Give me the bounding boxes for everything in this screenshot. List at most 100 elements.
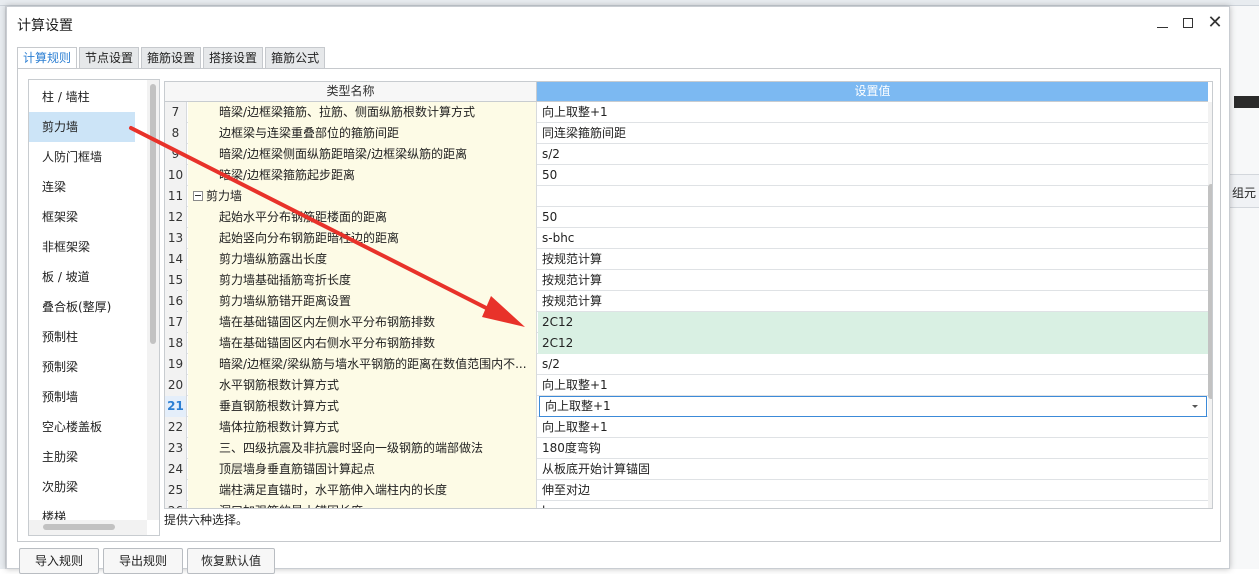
description-text: 提供六种选择。 bbox=[164, 513, 249, 527]
setting-value-cell[interactable]: 50 bbox=[538, 165, 1208, 186]
type-name-text: 墙体拉筋根数计算方式 bbox=[219, 420, 340, 434]
table-row[interactable]: 23 三、四级抗震及非抗震时竖向一级钢筋的端部做法 180度弯钩 bbox=[165, 438, 1208, 459]
type-name-text: 暗梁/边框梁/梁纵筋与墙水平钢筋的距离在数值范围内不... bbox=[219, 357, 527, 371]
list-item[interactable]: 预制柱 bbox=[29, 322, 135, 352]
list-item[interactable]: 框架梁 bbox=[29, 202, 135, 232]
type-name-text: 剪力墙纵筋错开距离设置 bbox=[219, 294, 352, 308]
setting-value-cell[interactable]: l bbox=[538, 501, 1208, 508]
list-horizontal-scrollbar[interactable] bbox=[29, 520, 147, 535]
maximize-button[interactable] bbox=[1177, 13, 1199, 33]
list-item[interactable]: 主肋梁 bbox=[29, 442, 135, 472]
type-name-text: 顶层墙身垂直筋锚固计算起点 bbox=[219, 462, 376, 476]
table-row[interactable]: 16 剪力墙纵筋错开距离设置 按规范计算 bbox=[165, 291, 1208, 312]
chevron-down-icon[interactable] bbox=[1192, 405, 1198, 408]
setting-value-cell[interactable]: 180度弯钩 bbox=[538, 438, 1208, 459]
collapse-icon[interactable] bbox=[193, 191, 203, 201]
type-name-cell: 暗梁/边框梁箍筋起步距离 bbox=[188, 165, 537, 186]
row-number: 26 bbox=[165, 501, 187, 508]
import-rules-button[interactable]: 导入规则 bbox=[19, 548, 99, 574]
close-button[interactable]: ✕ bbox=[1204, 13, 1226, 33]
list-item[interactable]: 次肋梁 bbox=[29, 472, 135, 502]
table-row[interactable]: 21 垂直钢筋根数计算方式 向上取整+1 bbox=[165, 396, 1208, 417]
setting-value-cell[interactable]: 从板底开始计算锚固 bbox=[538, 459, 1208, 480]
table-row[interactable]: 11 剪力墙 bbox=[165, 186, 1208, 207]
setting-value-cell[interactable]: s/2 bbox=[538, 354, 1208, 375]
type-name-text: 边框梁与连梁重叠部位的箍筋间距 bbox=[219, 126, 400, 140]
list-item[interactable]: 柱 / 墙柱 bbox=[29, 82, 135, 112]
row-number: 14 bbox=[165, 249, 187, 270]
setting-value-cell[interactable]: 向上取整+1 bbox=[538, 417, 1208, 438]
table-row[interactable]: 7 暗梁/边框梁箍筋、拉筋、侧面纵筋根数计算方式 向上取整+1 bbox=[165, 102, 1208, 123]
export-rules-button[interactable]: 导出规则 bbox=[103, 548, 183, 574]
type-name-cell: 剪力墙纵筋错开距离设置 bbox=[188, 291, 537, 312]
setting-value-cell[interactable]: 50 bbox=[538, 207, 1208, 228]
type-name-cell: 水平钢筋根数计算方式 bbox=[188, 375, 537, 396]
list-item[interactable]: 叠合板(整厚) bbox=[29, 292, 135, 322]
list-vertical-scroll-thumb[interactable] bbox=[150, 84, 156, 344]
table-row[interactable]: 12 起始水平分布钢筋距楼面的距离 50 bbox=[165, 207, 1208, 228]
minimize-button[interactable] bbox=[1151, 13, 1173, 33]
setting-value-cell[interactable]: 按规范计算 bbox=[538, 270, 1208, 291]
table-row[interactable]: 15 剪力墙基础插筋弯折长度 按规范计算 bbox=[165, 270, 1208, 291]
dropdown-selected-value: 向上取整+1 bbox=[545, 399, 611, 413]
setting-value-cell[interactable]: 2C12 bbox=[538, 333, 1208, 354]
setting-value-cell[interactable]: 按规范计算 bbox=[538, 249, 1208, 270]
table-row[interactable]: 19 暗梁/边框梁/梁纵筋与墙水平钢筋的距离在数值范围内不... s/2 bbox=[165, 354, 1208, 375]
restore-defaults-button[interactable]: 恢复默认值 bbox=[187, 548, 275, 574]
setting-value-cell[interactable]: 向上取整+1 bbox=[538, 375, 1208, 396]
table-row[interactable]: 10 暗梁/边框梁箍筋起步距离 50 bbox=[165, 165, 1208, 186]
list-horizontal-scroll-thumb[interactable] bbox=[43, 524, 115, 530]
row-number: 13 bbox=[165, 228, 187, 249]
table-row[interactable]: 24 顶层墙身垂直筋锚固计算起点 从板底开始计算锚固 bbox=[165, 459, 1208, 480]
type-name-text: 暗梁/边框梁箍筋起步距离 bbox=[219, 168, 356, 182]
table-row[interactable]: 25 端柱满足直锚时，水平筋伸入端柱内的长度 伸至对边 bbox=[165, 480, 1208, 501]
setting-value-cell[interactable]: 按规范计算 bbox=[538, 291, 1208, 312]
tab-stirrup-settings[interactable]: 箍筋设置 bbox=[141, 47, 202, 69]
minimize-icon bbox=[1156, 27, 1168, 28]
list-item[interactable]: 非框架梁 bbox=[29, 232, 135, 262]
setting-value-cell[interactable]: 同连梁箍筋间距 bbox=[538, 123, 1208, 144]
type-name-text: 三、四级抗震及非抗震时竖向一级钢筋的端部做法 bbox=[219, 441, 484, 455]
row-number: 19 bbox=[165, 354, 187, 375]
tab-lap-settings[interactable]: 搭接设置 bbox=[203, 47, 264, 69]
tab-stirrup-formula[interactable]: 箍筋公式 bbox=[265, 47, 326, 69]
setting-value-cell[interactable]: 伸至对边 bbox=[538, 480, 1208, 501]
setting-value-cell[interactable]: s-bhc bbox=[538, 228, 1208, 249]
list-item[interactable]: 板 / 坡道 bbox=[29, 262, 135, 292]
table-row[interactable]: 8 边框梁与连梁重叠部位的箍筋间距 同连梁箍筋间距 bbox=[165, 123, 1208, 144]
table-row[interactable]: 22 墙体拉筋根数计算方式 向上取整+1 bbox=[165, 417, 1208, 438]
setting-value-cell[interactable] bbox=[538, 186, 1208, 207]
list-vertical-scrollbar[interactable] bbox=[147, 80, 159, 520]
type-name-text: 起始水平分布钢筋距楼面的距离 bbox=[219, 210, 388, 224]
type-name-text: 墙在基础锚固区内右侧水平分布钢筋排数 bbox=[219, 336, 436, 350]
type-name-cell: 暗梁/边框梁/梁纵筋与墙水平钢筋的距离在数值范围内不... bbox=[188, 354, 537, 375]
grid-vertical-scrollbar[interactable] bbox=[1208, 102, 1212, 508]
tab-node-settings[interactable]: 节点设置 bbox=[79, 47, 140, 69]
setting-value-dropdown[interactable]: 向上取整+1 bbox=[539, 396, 1207, 417]
table-row[interactable]: 18 墙在基础锚固区内右侧水平分布钢筋排数 2C12 bbox=[165, 333, 1208, 354]
close-icon: ✕ bbox=[1207, 12, 1223, 33]
column-header-setting-value[interactable]: 设置值 bbox=[537, 82, 1208, 102]
tab-calc-rules[interactable]: 计算规则 bbox=[17, 47, 78, 70]
type-name-text: 洞口加强筋的最小锚固长度 bbox=[219, 504, 363, 508]
setting-value-cell[interactable]: s/2 bbox=[538, 144, 1208, 165]
setting-value-cell[interactable]: 向上取整+1 bbox=[538, 102, 1208, 123]
table-row[interactable]: 14 剪力墙纵筋露出长度 按规范计算 bbox=[165, 249, 1208, 270]
column-header-type-name[interactable]: 类型名称 bbox=[165, 82, 537, 102]
group-name-cell: 剪力墙 bbox=[188, 186, 537, 207]
list-item[interactable]: 人防门框墙 bbox=[29, 142, 135, 172]
list-item[interactable]: 预制墙 bbox=[29, 382, 135, 412]
setting-value-cell[interactable]: 2C12 bbox=[538, 312, 1208, 333]
table-row[interactable]: 9 暗梁/边框梁侧面纵筋距暗梁/边框梁纵筋的距离 s/2 bbox=[165, 144, 1208, 165]
table-row[interactable]: 26 洞口加强筋的最小锚固长度 l bbox=[165, 501, 1208, 508]
list-item[interactable]: 空心楼盖板 bbox=[29, 412, 135, 442]
table-row[interactable]: 17 墙在基础锚固区内左侧水平分布钢筋排数 2C12 bbox=[165, 312, 1208, 333]
background-right-panel: 组元 bbox=[1230, 6, 1259, 569]
list-item[interactable]: 连梁 bbox=[29, 172, 135, 202]
grid-vertical-scroll-thumb[interactable] bbox=[1208, 184, 1212, 399]
list-item[interactable]: 预制梁 bbox=[29, 352, 135, 382]
table-row[interactable]: 13 起始竖向分布钢筋距暗柱边的距离 s-bhc bbox=[165, 228, 1208, 249]
list-item[interactable]: 剪力墙 bbox=[29, 112, 135, 142]
table-row[interactable]: 20 水平钢筋根数计算方式 向上取整+1 bbox=[165, 375, 1208, 396]
type-name-text: 端柱满足直锚时，水平筋伸入端柱内的长度 bbox=[219, 483, 448, 497]
